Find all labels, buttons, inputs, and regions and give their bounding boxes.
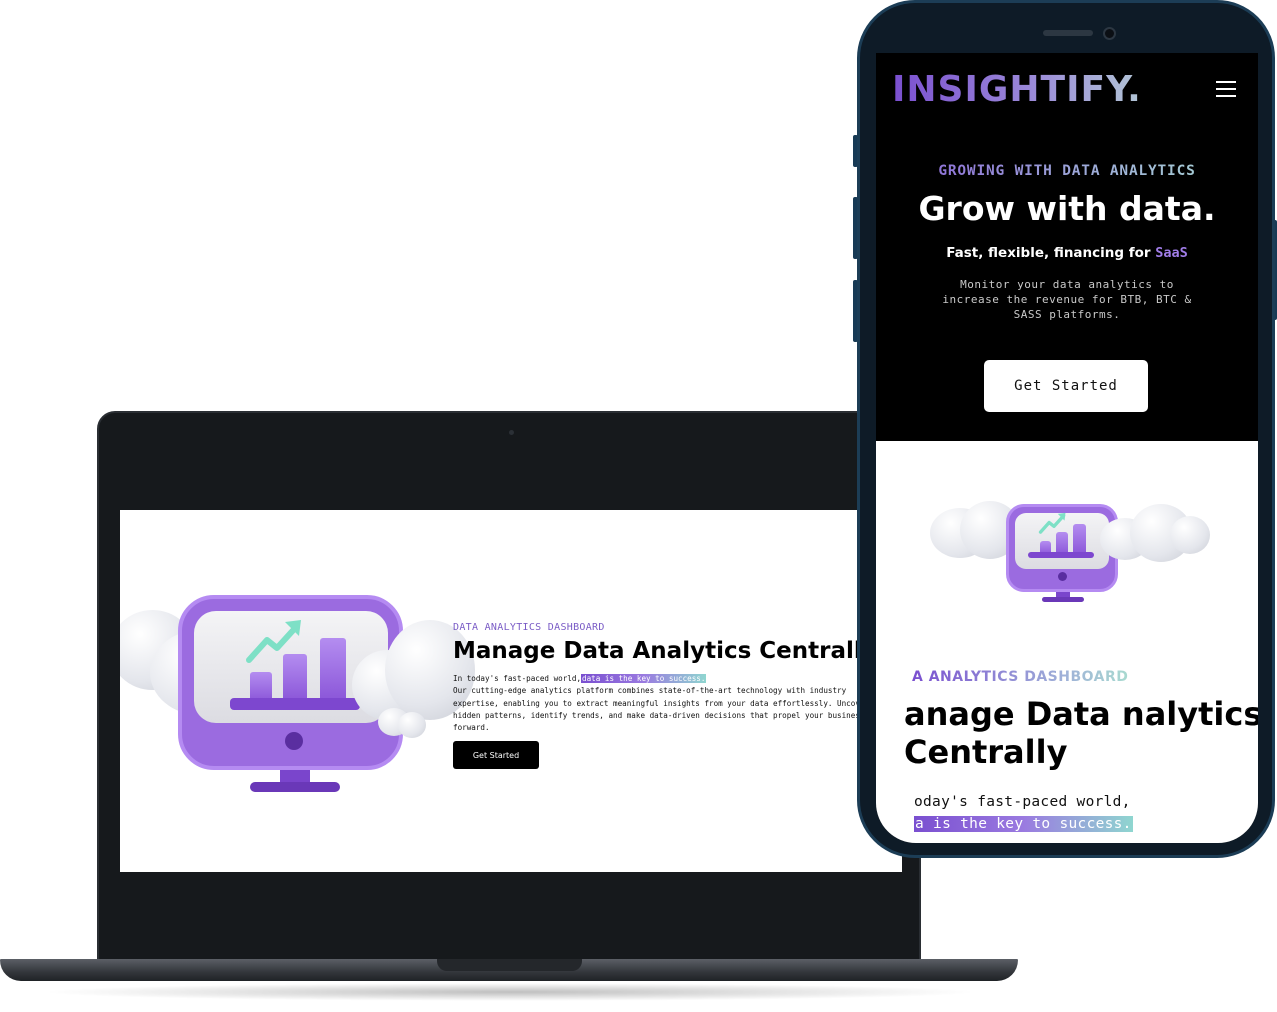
body-text: Our cutting-edge analytics platform comb…: [453, 686, 870, 733]
laptop-screen: DATA ANALYTICS DASHBOARD Manage Data Ana…: [120, 510, 902, 872]
get-started-button[interactable]: Get Started: [453, 741, 539, 769]
highlight-text: data is the key to success.: [581, 674, 707, 683]
hamburger-menu-icon[interactable]: [1216, 81, 1236, 98]
tagline-accent: SaaS: [1155, 245, 1188, 261]
intro-paragraph: In today's fast-paced world,data is the …: [453, 673, 873, 734]
get-started-button[interactable]: Get Started: [984, 360, 1148, 412]
hero-tagline: Fast, flexible, financing for SaaS: [876, 245, 1258, 261]
analytics-monitor-illustration: [930, 496, 1210, 616]
laptop-hinge-notch: [437, 959, 582, 971]
phone-screen: INSIGHTIFY. GROWING WITH DATA ANALYTICS …: [876, 53, 1258, 843]
laptop-shadow: [40, 983, 980, 1001]
dashboard-section: A ANALYTICS DASHBOARD anage Data nalytic…: [876, 441, 1258, 843]
intro-text: In today's fast-paced world,: [453, 674, 582, 683]
section-tag: DATA ANALYTICS DASHBOARD: [453, 622, 605, 633]
tagline-prefix: Fast, flexible, financing for: [946, 245, 1151, 261]
hero-subheading: GROWING WITH DATA ANALYTICS: [876, 163, 1258, 179]
phone-mockup: INSIGHTIFY. GROWING WITH DATA ANALYTICS …: [857, 0, 1275, 858]
section-tag: A ANALYTICS DASHBOARD: [912, 669, 1129, 685]
page-title: Manage Data Analytics Centrally: [453, 638, 877, 664]
intro-paragraph: oday's fast-paced world, a is the key to…: [914, 791, 1258, 835]
brand-logo[interactable]: INSIGHTIFY.: [892, 69, 1142, 110]
laptop-camera: [509, 430, 514, 435]
hero-headline: Grow with data.: [918, 189, 1216, 228]
highlight-text: a is the key to success.: [914, 816, 1133, 832]
analytics-monitor-illustration: [120, 580, 475, 800]
hero-description: Monitor your data analytics to increase …: [942, 278, 1192, 321]
laptop-lid: DATA ANALYTICS DASHBOARD Manage Data Ana…: [97, 411, 921, 961]
page-title: anage Data nalytics Centrally: [904, 695, 1258, 771]
intro-text: oday's fast-paced world,: [914, 794, 1131, 810]
phone-speaker: [1043, 30, 1093, 36]
phone-camera-icon: [1103, 27, 1116, 40]
